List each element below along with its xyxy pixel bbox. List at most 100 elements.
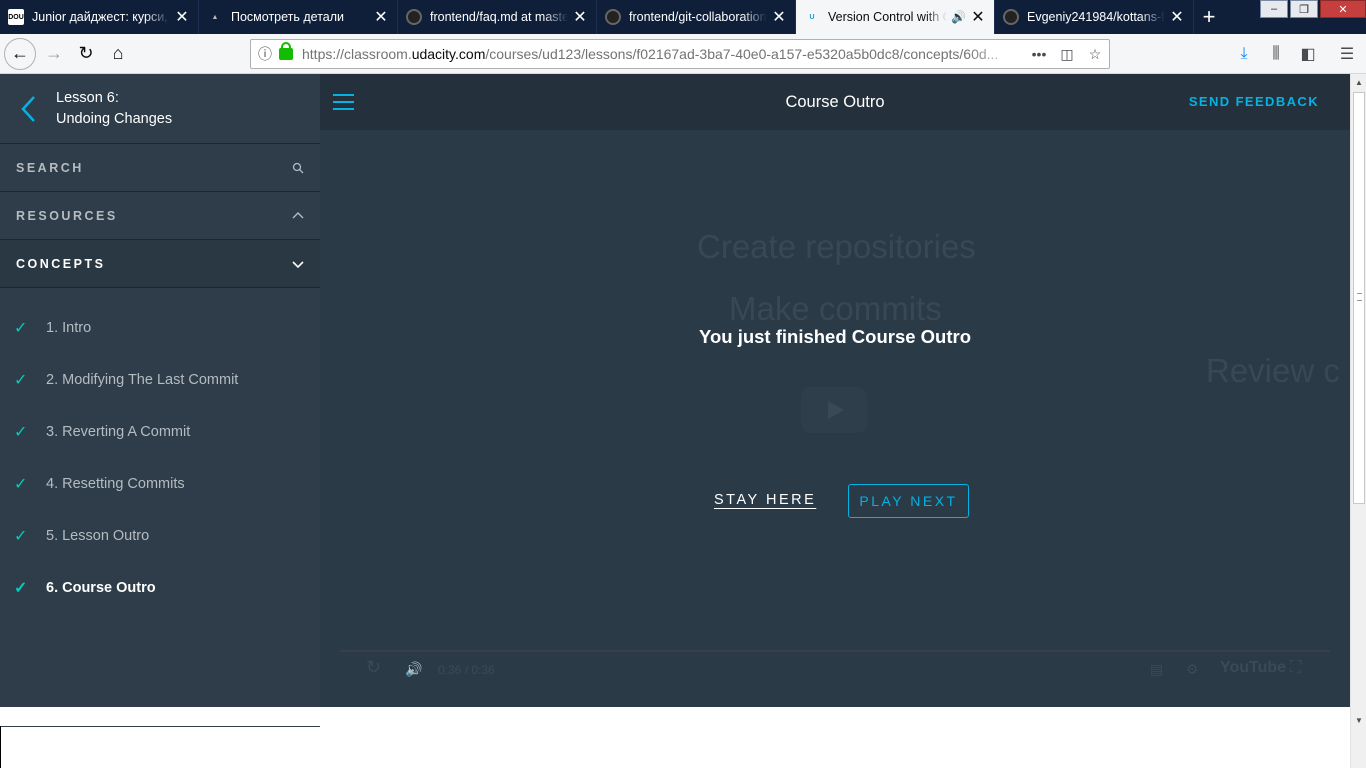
close-icon[interactable]: ✕ — [572, 7, 588, 27]
browser-tab[interactable]: frontend/git-collaboration ✕ — [597, 0, 796, 34]
concept-label: 1. Intro — [46, 320, 92, 336]
github-icon — [605, 9, 621, 25]
concept-item[interactable]: ✓ 3. Reverting A Commit — [0, 406, 320, 458]
github-icon — [1003, 9, 1019, 25]
browser-tab[interactable]: ▲ Посмотреть детали ✕ — [199, 0, 398, 34]
browser-tab[interactable]: frontend/faq.md at maste ✕ — [398, 0, 597, 34]
browser-tab-bar: DOU Junior дайджест: курси, с ✕ ▲ Посмот… — [0, 0, 1366, 34]
page-footer-area — [0, 707, 1350, 768]
close-icon[interactable]: ✕ — [174, 7, 190, 27]
replay-icon[interactable]: ↻ — [366, 657, 381, 678]
back-button[interactable]: ← — [4, 37, 36, 70]
captions-icon[interactable]: ▤ — [1150, 661, 1163, 678]
checkmark-icon: ✓ — [14, 580, 28, 597]
checkmark-icon: ✓ — [14, 320, 28, 337]
tab-title: Version Control with G — [828, 10, 948, 24]
tab-title: Junior дайджест: курси, с — [32, 10, 170, 24]
dou-icon: DOU — [8, 9, 24, 25]
checkmark-icon: ✓ — [14, 372, 28, 389]
browser-tab[interactable]: Evgeniy241984/kottans-fr ✕ — [995, 0, 1194, 34]
video-progress-bar[interactable] — [340, 650, 1330, 652]
close-icon[interactable]: ✕ — [970, 7, 986, 27]
lesson-label: Lesson 6: — [56, 89, 119, 106]
sidebar-toggle-icon[interactable]: ◧ — [1292, 38, 1324, 70]
main-header: Course Outro SEND FEEDBACK — [320, 74, 1350, 130]
concept-label: 4. Resetting Commits — [46, 476, 185, 492]
send-feedback-link[interactable]: SEND FEEDBACK — [1189, 94, 1319, 109]
home-button[interactable]: ⌂ — [102, 38, 134, 70]
stay-here-button[interactable]: STAY HERE — [714, 492, 816, 508]
concept-label: 3. Reverting A Commit — [46, 424, 191, 440]
search-icon — [292, 162, 304, 173]
browser-navigation-bar: ← → ↻ ⌂ ⓘ https://classroom.udacity.com/… — [0, 34, 1366, 74]
download-icon[interactable]: ⤓ — [1228, 38, 1260, 70]
minimize-button[interactable]: ‒ — [1260, 0, 1288, 18]
bookmark-star-icon[interactable]: ☆ — [1081, 46, 1109, 63]
concept-item[interactable]: ✓ 4. Resetting Commits — [0, 458, 320, 510]
video-frame-text: Create repositories — [697, 228, 976, 265]
close-icon[interactable]: ✕ — [1169, 7, 1185, 27]
play-next-button[interactable]: PLAY NEXT — [848, 484, 969, 518]
concepts-toggle[interactable]: CONCEPTS — [0, 240, 320, 288]
restore-button[interactable]: ❐ — [1290, 0, 1318, 18]
scroll-up-arrow-icon[interactable]: ▲ — [1354, 78, 1364, 88]
video-player[interactable]: Create repositories Make commits Review … — [320, 130, 1350, 707]
pocket-icon[interactable]: ◫ — [1053, 46, 1081, 63]
menu-icon[interactable]: ☰ — [1331, 38, 1363, 70]
lesson-back-button[interactable] — [0, 74, 56, 144]
checkmark-icon: ✓ — [14, 424, 28, 441]
tab-title: frontend/git-collaboration — [629, 10, 767, 24]
video-time: 0:36 / 0:36 — [438, 663, 495, 677]
speaker-icon[interactable]: 🔊 — [951, 10, 966, 24]
forward-button[interactable]: → — [38, 38, 70, 70]
chevron-left-icon — [21, 95, 35, 122]
window-controls: ‒ ❐ ✕ — [1258, 0, 1366, 18]
url-text[interactable]: https://classroom.udacity.com/courses/ud… — [302, 46, 1025, 62]
page-scrollbar[interactable]: ▲ ▼ — [1350, 74, 1366, 768]
scroll-thumb[interactable] — [1353, 92, 1365, 504]
video-frame-text: Review c — [1206, 352, 1340, 389]
search-row[interactable]: SEARCH — [0, 144, 320, 192]
concept-label: 6. Course Outro — [46, 580, 156, 596]
graduation-cap-icon: ▲ — [211, 13, 219, 21]
info-icon[interactable]: ⓘ — [251, 44, 279, 64]
page-actions-icon[interactable]: ••• — [1025, 46, 1053, 62]
new-tab-button[interactable]: + — [1194, 0, 1224, 34]
udacity-icon: U — [809, 13, 815, 21]
grip-icon — [1357, 293, 1362, 301]
tab-title: Evgeniy241984/kottans-fr — [1027, 10, 1165, 24]
concept-item[interactable]: ✓ 5. Lesson Outro — [0, 510, 320, 562]
tab-title: frontend/faq.md at maste — [430, 10, 568, 24]
concept-item-current[interactable]: ✓ 6. Course Outro — [0, 562, 320, 614]
close-icon[interactable]: ✕ — [771, 7, 787, 27]
scroll-down-arrow-icon[interactable]: ▼ — [1354, 716, 1364, 726]
url-bar[interactable]: ⓘ https://classroom.udacity.com/courses/… — [250, 39, 1110, 69]
browser-tab[interactable]: DOU Junior дайджест: курси, с ✕ — [0, 0, 199, 34]
lesson-sidebar: Lesson 6: Undoing Changes SEARCH RESOURC… — [0, 74, 320, 726]
reload-button[interactable]: ↻ — [70, 38, 102, 70]
volume-icon[interactable]: 🔊 — [405, 661, 422, 678]
search-label: SEARCH — [16, 160, 84, 175]
resources-toggle[interactable]: RESOURCES — [0, 192, 320, 240]
library-icon[interactable]: ⫼ — [1260, 38, 1292, 70]
close-icon[interactable]: ✕ — [373, 7, 389, 27]
tab-title: Посмотреть детали — [231, 10, 345, 24]
browser-tab-active[interactable]: U Version Control with G 🔊 ✕ — [796, 0, 995, 34]
video-controls: ↻ 🔊 0:36 / 0:36 ▤ ⚙ YouTube ⛶ — [320, 655, 1350, 685]
checkmark-icon: ✓ — [14, 476, 28, 493]
play-icon[interactable] — [801, 387, 867, 433]
youtube-logo[interactable]: YouTube — [1220, 659, 1286, 677]
concept-label: 2. Modifying The Last Commit — [46, 372, 239, 388]
finished-message: You just finished Course Outro — [698, 326, 972, 347]
settings-gear-icon[interactable]: ⚙ — [1186, 661, 1199, 678]
checkmark-icon: ✓ — [14, 528, 28, 545]
close-window-button[interactable]: ✕ — [1320, 0, 1366, 18]
chevron-down-icon — [292, 260, 304, 268]
divider — [0, 726, 1, 768]
concept-item[interactable]: ✓ 1. Intro — [0, 302, 320, 354]
fullscreen-icon[interactable]: ⛶ — [1290, 659, 1301, 677]
concept-label: 5. Lesson Outro — [46, 528, 150, 544]
resources-label: RESOURCES — [16, 208, 118, 223]
concept-item[interactable]: ✓ 2. Modifying The Last Commit — [0, 354, 320, 406]
concepts-label: CONCEPTS — [16, 256, 106, 271]
